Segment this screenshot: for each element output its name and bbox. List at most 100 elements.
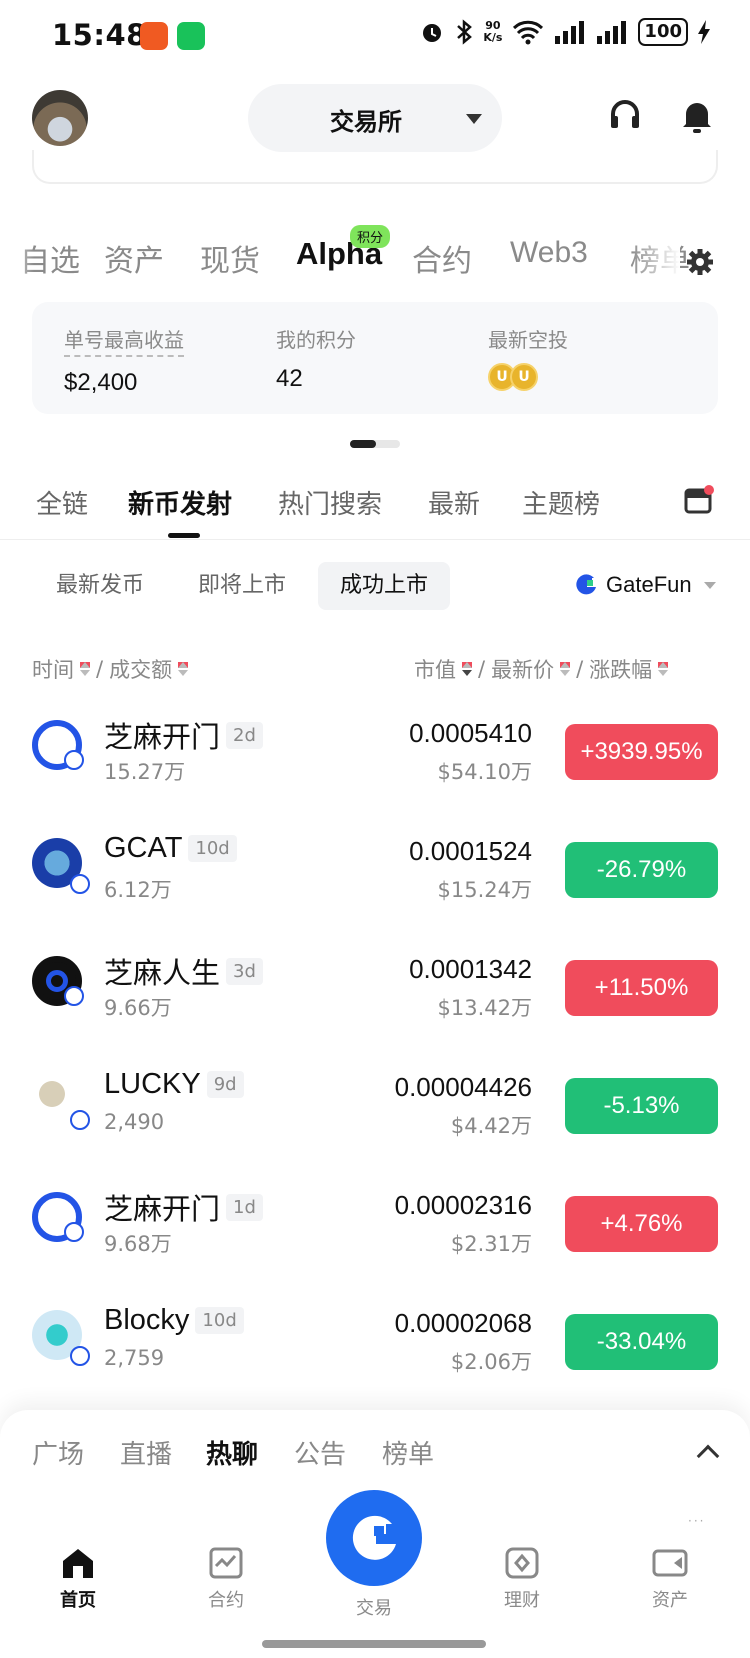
notification-video-icon xyxy=(177,22,205,50)
token-name: 芝麻人生 xyxy=(104,956,221,990)
charging-icon xyxy=(698,20,710,44)
token-logo-icon xyxy=(32,956,84,1006)
token-price: 0.00002316 xyxy=(394,1190,532,1220)
token-market-cap: $2.06万 xyxy=(450,1350,532,1374)
subtab-theme-rank[interactable]: 主题榜 xyxy=(522,484,600,521)
chart-icon xyxy=(209,1547,243,1579)
nav-futures[interactable]: 合约 xyxy=(186,1546,266,1612)
col-change[interactable]: 涨跌幅 xyxy=(589,654,652,684)
token-row[interactable]: 芝麻人生 3d 9.66万 0.0001342 $13.42万 +11.50% xyxy=(0,934,750,1052)
points-value: 42 xyxy=(276,365,303,392)
token-row[interactable]: 芝麻开门 2d 15.27万 0.0005410 $54.10万 +3939.95… xyxy=(0,698,750,816)
token-name: LUCKY xyxy=(104,1068,201,1100)
token-market-cap: $13.42万 xyxy=(437,996,532,1020)
caret-down-icon xyxy=(466,114,482,124)
panel-tab-square[interactable]: 广场 xyxy=(32,1434,84,1471)
column-header-left: 时间 / 成交额 xyxy=(32,654,189,684)
token-row[interactable]: LUCKY 9d 2,490 0.00004426 $4.42万 -5.13% xyxy=(0,1052,750,1170)
nav-assets[interactable]: 资产 xyxy=(630,1546,710,1612)
nav-trade[interactable]: 交易 xyxy=(334,1594,414,1620)
subtab-hot-search[interactable]: 热门搜索 xyxy=(278,484,382,521)
panel-tab-hot-chat[interactable]: 热聊 xyxy=(206,1434,258,1471)
main-tabs: 自选 资产 现货 Alpha 合约 Web3 榜单 xyxy=(0,236,690,296)
finance-icon xyxy=(505,1547,539,1579)
token-price: 0.0001524 xyxy=(409,836,532,866)
token-name: Blocky xyxy=(104,1304,190,1336)
exchange-switcher[interactable]: 交易所 xyxy=(248,84,502,152)
tab-assets[interactable]: 资产 xyxy=(104,236,164,280)
subtab-new-launch[interactable]: 新币发射 xyxy=(128,484,232,521)
subtab-latest[interactable]: 最新 xyxy=(428,484,480,521)
gear-icon[interactable] xyxy=(686,248,714,276)
token-volume: 2,490 xyxy=(104,1110,165,1134)
max-profit-value: $2,400 xyxy=(64,369,138,396)
change-badge[interactable]: +11.50% xyxy=(565,960,718,1016)
token-age: 3d xyxy=(226,957,263,985)
col-latest-price[interactable]: 最新价 xyxy=(491,654,554,684)
nav-home[interactable]: 首页 xyxy=(38,1546,118,1612)
change-badge[interactable]: +3939.95% xyxy=(565,724,718,780)
sort-icon[interactable] xyxy=(178,662,189,676)
tab-futures[interactable]: 合约 xyxy=(412,236,472,280)
change-badge[interactable]: +4.76% xyxy=(565,1196,718,1252)
token-age: 2d xyxy=(226,721,263,749)
gatefun-logo-icon xyxy=(576,574,596,595)
network-speed: 90 K/s xyxy=(483,19,503,44)
status-time: 15:48 xyxy=(52,18,147,52)
token-volume: 9.66万 xyxy=(104,996,172,1020)
filter-newly-issued[interactable]: 最新发币 xyxy=(34,562,166,610)
alpha-stats-card[interactable]: 单号最高收益 $2,400 我的积分 42 最新空投 U U xyxy=(32,302,718,414)
token-volume: 2,759 xyxy=(104,1346,165,1370)
headset-icon[interactable] xyxy=(608,98,642,132)
subtab-all-chains[interactable]: 全链 xyxy=(36,484,88,521)
bluetooth-icon xyxy=(457,19,473,45)
chevron-up-icon[interactable] xyxy=(696,1444,720,1468)
col-volume[interactable]: 成交额 xyxy=(109,654,172,684)
token-price: 0.00004426 xyxy=(394,1072,532,1102)
token-name: 芝麻开门 xyxy=(104,720,221,754)
token-age: 1d xyxy=(226,1193,263,1221)
panel-tab-announcements[interactable]: 公告 xyxy=(294,1434,346,1471)
bell-icon[interactable] xyxy=(680,98,714,134)
sort-icon[interactable] xyxy=(462,662,472,676)
status-icons: 90 K/s 100 xyxy=(419,18,710,46)
home-indicator[interactable] xyxy=(262,1640,486,1648)
change-badge[interactable]: -26.79% xyxy=(565,842,718,898)
token-row[interactable]: GCAT 10d 6.12万 0.0001524 $15.24万 -26.79% xyxy=(0,816,750,934)
token-price: 0.00002068 xyxy=(394,1308,532,1338)
airdrop-coin-icon: U xyxy=(510,363,538,391)
platform-selector[interactable]: GateFun xyxy=(574,572,716,598)
token-volume: 6.12万 xyxy=(104,878,172,902)
subtab-active-indicator xyxy=(168,533,200,538)
alarm-icon xyxy=(423,24,442,42)
sort-icon[interactable] xyxy=(658,662,669,676)
airdrop-stat[interactable]: 最新空投 U U xyxy=(488,324,568,391)
sort-icon[interactable] xyxy=(560,662,571,676)
change-badge[interactable]: -33.04% xyxy=(565,1314,718,1370)
tab-fade-right xyxy=(630,236,680,286)
max-profit-label[interactable]: 单号最高收益 xyxy=(64,324,184,357)
change-badge[interactable]: -5.13% xyxy=(565,1078,718,1134)
token-row[interactable]: 芝麻开门 1d 9.68万 0.00002316 $2.31万 +4.76% xyxy=(0,1170,750,1288)
token-price: 0.0001342 xyxy=(409,954,532,984)
tab-web3[interactable]: Web3 xyxy=(510,236,588,270)
filter-upcoming[interactable]: 即将上市 xyxy=(176,562,308,610)
calendar-icon[interactable] xyxy=(684,484,714,516)
token-age: 10d xyxy=(195,1307,244,1334)
panel-tab-live[interactable]: 直播 xyxy=(120,1434,172,1471)
trade-button[interactable] xyxy=(326,1490,422,1586)
sort-icon[interactable] xyxy=(80,662,90,676)
token-row[interactable]: Blocky 10d 2,759 0.00002068 $2.06万 -33.04… xyxy=(0,1288,750,1406)
nav-finance[interactable]: 理财 xyxy=(482,1546,562,1612)
column-header-right: 市值 / 最新价 / 涨跌幅 xyxy=(414,654,669,684)
token-age: 9d xyxy=(206,1071,244,1098)
airdrop-coins: U U xyxy=(488,363,568,391)
avatar[interactable] xyxy=(32,90,88,146)
points-label: 我的积分 xyxy=(276,328,356,352)
points-badge: 积分 xyxy=(350,225,391,248)
col-market-cap[interactable]: 市值 xyxy=(414,654,456,684)
panel-tab-rankings[interactable]: 榜单 xyxy=(382,1434,434,1471)
tab-spot[interactable]: 现货 xyxy=(200,236,260,280)
col-time[interactable]: 时间 xyxy=(32,654,74,684)
filter-listed[interactable]: 成功上市 xyxy=(318,562,451,610)
